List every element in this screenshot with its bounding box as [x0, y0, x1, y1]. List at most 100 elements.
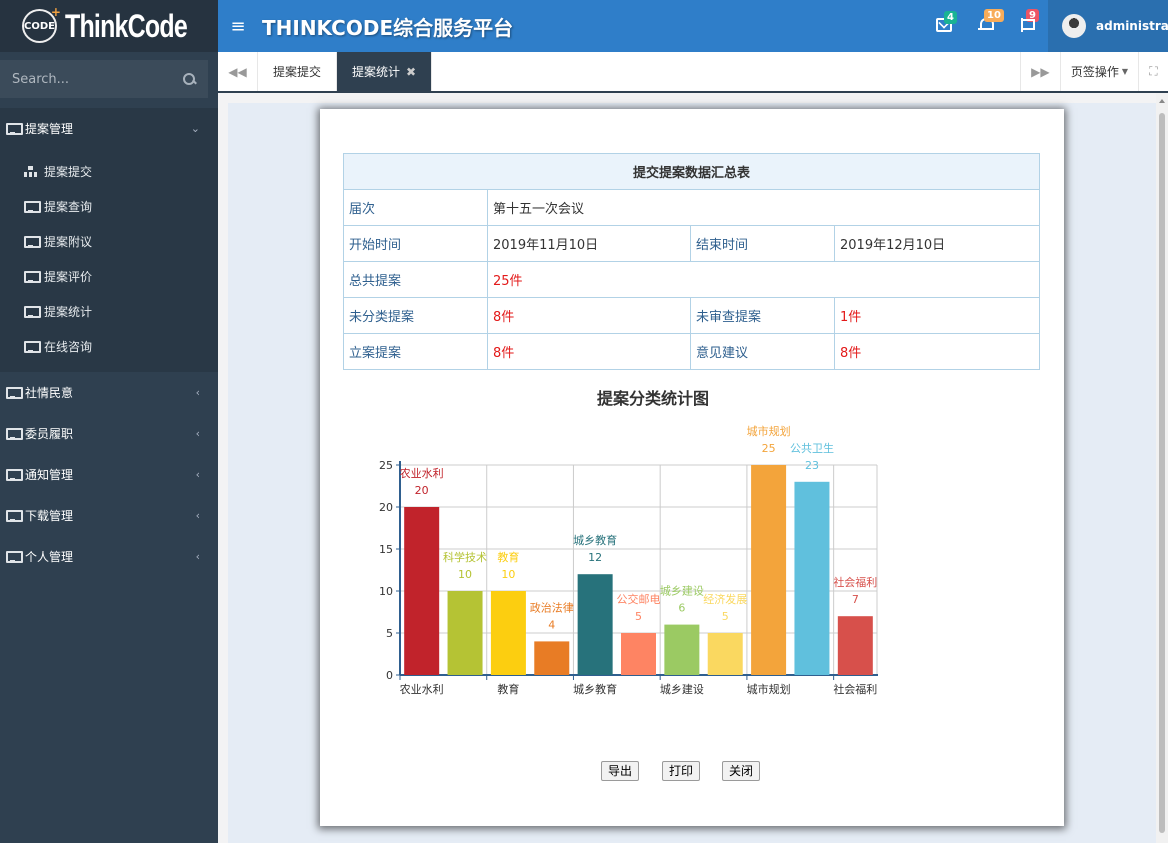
app-title: THINKCODE综合服务平台	[262, 15, 514, 40]
chart-bar	[664, 624, 700, 675]
chart-bar	[621, 633, 656, 675]
chart-bar	[794, 481, 830, 675]
search-icon[interactable]	[183, 72, 196, 86]
bar-category-label: 公交邮电	[617, 592, 661, 606]
menu-toggle-icon[interactable]: ≡	[218, 16, 258, 37]
monitor-icon	[6, 551, 23, 563]
bar-value-label: 23	[805, 459, 819, 472]
unreviewed-label: 未审查提案	[690, 297, 835, 334]
tab-proposal-submit[interactable]: 提案提交	[258, 52, 338, 91]
sidebar-group-label: 个人管理	[25, 550, 74, 564]
unreviewed-value: 1件	[834, 297, 1040, 334]
bell-icon[interactable]: 10	[978, 9, 1004, 32]
scroll-up-icon[interactable]	[1159, 99, 1165, 103]
x-tick-label: 城乡建设	[660, 682, 704, 696]
unclassified-label: 未分类提案	[343, 297, 488, 334]
bar-category-label: 社会福利	[833, 575, 877, 589]
scrollbar-thumb[interactable]	[1159, 113, 1165, 833]
chevron-left-icon: ‹	[195, 550, 200, 563]
bar-category-label: 公共卫生	[790, 441, 834, 455]
monitor-icon	[24, 271, 41, 283]
x-tick-label: 社会福利	[833, 682, 877, 696]
sidebar-group-label: 社情民意	[25, 386, 74, 400]
sidebar-group-4[interactable]: 下载管理 ‹	[0, 495, 218, 536]
logo-badge: CODE	[22, 5, 61, 43]
monitor-icon	[24, 306, 41, 318]
page-operations-dropdown[interactable]: 页签操作 ▼	[1059, 52, 1138, 91]
chevron-left-icon: ‹	[195, 509, 200, 522]
statistics-dialog: 提交提案数据汇总表 届次 第十五一次会议 开始时间 2019年11月10日 结束…	[320, 109, 1064, 826]
close-button[interactable]: 关闭	[722, 761, 761, 781]
y-tick-label: 15	[379, 543, 393, 556]
bar-category-label: 政治法律	[530, 600, 574, 614]
sidebar-item-1[interactable]: 提案查询	[0, 189, 218, 224]
bar-value-label: 10	[501, 568, 515, 581]
monitor-icon	[24, 201, 41, 213]
y-tick-label: 5	[386, 627, 393, 640]
content-scrollbar[interactable]	[1156, 93, 1168, 843]
session-label: 届次	[343, 189, 488, 226]
tab-close-icon[interactable]: ✖	[406, 65, 416, 79]
sidebar-menu: 提案管理 ⌄ 提案提交 提案查询 提案附议 提案评价 提案统计 在线咨询 社情民意 ‹ 委员履职 ‹ 通…	[0, 108, 218, 577]
top-header: ≡ THINKCODE综合服务平台 4 10 9 administrator	[218, 0, 1168, 52]
bar-value-label: 10	[458, 568, 472, 581]
sidebar-item-4[interactable]: 提案统计	[0, 294, 218, 329]
chevron-down-icon: ⌄	[190, 122, 200, 135]
tab-scroll-left-icon[interactable]: ◀◀	[218, 52, 258, 91]
envelope-icon[interactable]: 4	[936, 11, 957, 32]
tab-scroll-right-icon[interactable]: ▶▶	[1019, 52, 1060, 91]
sidebar-group-label: 提案管理	[25, 122, 74, 136]
print-button[interactable]: 打印	[662, 761, 701, 781]
sidebar-group-5[interactable]: 个人管理 ‹	[0, 536, 218, 577]
flag-icon[interactable]: 9	[1020, 9, 1039, 32]
chevron-left-icon: ‹	[195, 468, 200, 481]
sidebar-group-0[interactable]: 提案管理 ⌄	[0, 108, 218, 149]
sidebar-item-label: 提案提交	[44, 165, 93, 179]
chevron-left-icon: ‹	[195, 427, 200, 440]
filed-value: 8件	[487, 333, 691, 370]
sidebar-group-1[interactable]: 社情民意 ‹	[0, 372, 218, 413]
app-logo: CODE ThinkCode	[0, 0, 218, 52]
sidebar-item-3[interactable]: 提案评价	[0, 259, 218, 294]
sidebar-group-2[interactable]: 委员履职 ‹	[0, 413, 218, 454]
sidebar-item-2[interactable]: 提案附议	[0, 224, 218, 259]
fullscreen-icon[interactable]: ⛶	[1138, 52, 1168, 91]
sidebar-item-label: 提案统计	[44, 305, 93, 319]
tab-right-controls: ▶▶ 页签操作 ▼ ⛶	[1019, 52, 1168, 91]
chevron-left-icon: ‹	[195, 386, 200, 399]
chart-bar	[490, 591, 526, 675]
chart-bar	[837, 616, 873, 675]
sidebar-submenu: 提案提交提案查询提案附议提案评价提案统计在线咨询	[0, 149, 218, 372]
tab-label: 提案提交	[273, 65, 322, 79]
sidebar-item-0[interactable]: 提案提交	[0, 154, 218, 189]
total-proposals-value: 25件	[487, 261, 1040, 298]
bar-value-label: 4	[548, 618, 555, 631]
tab-proposal-stats[interactable]: 提案统计 ✖	[337, 52, 433, 91]
sidebar-item-5[interactable]: 在线咨询	[0, 329, 218, 364]
bar-value-label: 5	[722, 610, 729, 623]
user-menu[interactable]: administrator	[1048, 0, 1168, 52]
end-time-value: 2019年12月10日	[834, 225, 1040, 262]
bar-value-label: 7	[852, 593, 859, 606]
bar-value-label: 12	[588, 551, 602, 564]
bar-category-label: 农业水利	[400, 466, 444, 480]
x-tick-label: 城市规划	[747, 682, 791, 696]
sidebar-group-label: 委员履职	[25, 427, 74, 441]
bar-value-label: 5	[635, 610, 642, 623]
sidebar-item-label: 提案评价	[44, 270, 93, 284]
y-tick-label: 25	[379, 459, 393, 472]
y-tick-label: 10	[379, 585, 393, 598]
x-tick-label: 农业水利	[400, 682, 444, 696]
chart-bar	[751, 465, 787, 675]
sidebar-group-3[interactable]: 通知管理 ‹	[0, 454, 218, 495]
monitor-icon	[6, 123, 23, 135]
sidebar-group-label: 下载管理	[25, 509, 74, 523]
chart-bar	[577, 574, 613, 675]
sidebar-item-label: 提案查询	[44, 200, 93, 214]
search-input[interactable]	[12, 71, 172, 87]
export-button[interactable]: 导出	[601, 761, 640, 781]
y-tick-label: 0	[386, 669, 393, 682]
monitor-icon	[6, 387, 23, 399]
chart-bar	[707, 633, 743, 675]
y-tick-label: 20	[379, 501, 393, 514]
